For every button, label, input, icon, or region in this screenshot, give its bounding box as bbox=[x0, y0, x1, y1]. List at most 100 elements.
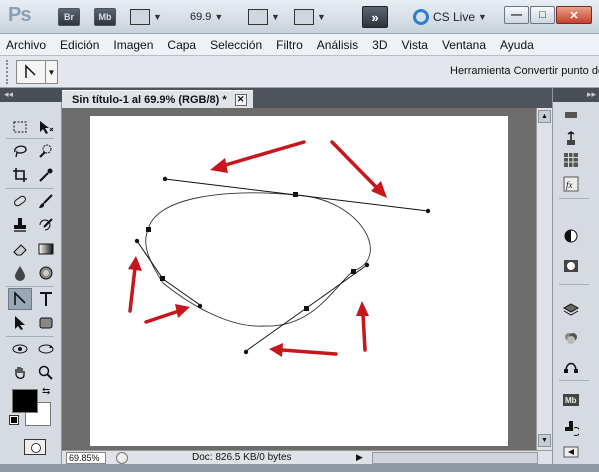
paths-panel-button[interactable] bbox=[561, 356, 581, 376]
zoom-field[interactable]: 69.85% bbox=[66, 452, 106, 464]
anchor-point[interactable] bbox=[146, 227, 151, 232]
default-colors-icon[interactable] bbox=[9, 415, 19, 425]
swatches-panel-button[interactable] bbox=[561, 150, 581, 170]
menu-capa[interactable]: Capa bbox=[167, 38, 196, 52]
convert-point-icon bbox=[14, 291, 26, 305]
brush-tool[interactable] bbox=[34, 190, 58, 212]
menu-ayuda[interactable]: Ayuda bbox=[500, 38, 534, 52]
scroll-down-button[interactable]: ▼ bbox=[538, 434, 551, 447]
blur-tool[interactable] bbox=[8, 262, 32, 284]
svg-text:Mb: Mb bbox=[565, 396, 577, 405]
move-tool[interactable] bbox=[34, 116, 58, 138]
bridge-button[interactable]: Br bbox=[58, 8, 80, 26]
lasso-icon bbox=[14, 145, 27, 158]
3d-rotate-icon bbox=[12, 344, 28, 354]
anchor-point[interactable] bbox=[293, 192, 298, 197]
minimize-button[interactable]: — bbox=[504, 6, 529, 24]
type-tool[interactable] bbox=[34, 288, 58, 310]
hand-tool[interactable] bbox=[8, 362, 32, 384]
direction-point[interactable] bbox=[197, 303, 203, 309]
menu-vista[interactable]: Vista bbox=[402, 38, 428, 52]
convert-point-tool[interactable] bbox=[8, 288, 32, 310]
history-brush-tool[interactable] bbox=[34, 214, 58, 236]
menu-ventana[interactable]: Ventana bbox=[442, 38, 486, 52]
dodge-tool[interactable] bbox=[34, 262, 58, 284]
menu-filtro[interactable]: Filtro bbox=[276, 38, 303, 52]
adjustments-panel-button[interactable] bbox=[561, 226, 581, 246]
tools-panel-header[interactable]: ◂◂ bbox=[0, 88, 62, 102]
adjustments-icon bbox=[564, 229, 578, 243]
direction-point[interactable] bbox=[134, 238, 140, 244]
direction-point[interactable] bbox=[364, 262, 370, 268]
menu-3d[interactable]: 3D bbox=[372, 38, 387, 52]
document-canvas[interactable] bbox=[90, 116, 508, 446]
3d-orbit-tool[interactable] bbox=[34, 338, 58, 360]
tool-preset-picker[interactable]: ▼ bbox=[16, 60, 58, 84]
zoom-tool[interactable] bbox=[34, 362, 58, 384]
rectangular-marquee-tool[interactable] bbox=[8, 116, 32, 138]
quick-selection-tool[interactable] bbox=[34, 140, 58, 162]
panel-collapse-icon bbox=[563, 446, 579, 458]
status-icon[interactable] bbox=[116, 452, 128, 464]
vertical-scrollbar[interactable]: ▲ ▼ bbox=[536, 108, 552, 450]
direction-point[interactable] bbox=[243, 349, 249, 355]
canvas-area[interactable] bbox=[62, 108, 536, 450]
menu-analisis[interactable]: Análisis bbox=[317, 38, 358, 52]
scroll-up-button[interactable]: ▲ bbox=[538, 110, 551, 123]
view-extras-button[interactable]: ▼ bbox=[130, 6, 162, 28]
history-panel-button[interactable] bbox=[561, 106, 581, 126]
lasso-tool[interactable] bbox=[8, 140, 32, 162]
crop-tool[interactable] bbox=[8, 164, 32, 186]
menu-imagen[interactable]: Imagen bbox=[113, 38, 153, 52]
gradient-icon bbox=[38, 243, 54, 255]
close-button[interactable]: ✕ bbox=[556, 6, 592, 24]
collapse-panel-icon: ▸▸ bbox=[586, 89, 596, 99]
menu-archivo[interactable]: Archivo bbox=[6, 38, 46, 52]
cs-live-button[interactable]: CS Live ▼ bbox=[413, 6, 487, 28]
panel-collapse-button[interactable] bbox=[561, 442, 581, 462]
quick-mask-button[interactable] bbox=[24, 439, 46, 455]
direction-point[interactable] bbox=[162, 176, 168, 182]
clone-stamp-tool[interactable] bbox=[8, 214, 32, 236]
swap-colors-icon[interactable]: ⇆ bbox=[42, 386, 50, 397]
styles-panel-button[interactable]: fx bbox=[561, 174, 581, 194]
zoom-level-select[interactable]: 69.9 ▼ bbox=[190, 6, 223, 28]
rectangle-tool[interactable] bbox=[34, 312, 58, 334]
zoom-icon bbox=[38, 365, 53, 380]
arrange-documents-button[interactable]: ▼ bbox=[248, 6, 280, 28]
layers-panel-button[interactable] bbox=[561, 300, 581, 320]
gradient-tool[interactable] bbox=[34, 238, 58, 260]
right-panel-header[interactable]: ▸▸ bbox=[553, 88, 599, 102]
3d-rotate-tool[interactable] bbox=[8, 338, 32, 360]
canvas[interactable] bbox=[62, 108, 536, 450]
clone-source-panel-button[interactable] bbox=[561, 418, 581, 438]
foreground-color-swatch[interactable] bbox=[12, 389, 38, 413]
chevron-down-icon: ▼ bbox=[45, 61, 57, 83]
eyedropper-tool[interactable] bbox=[34, 164, 58, 186]
anchor-point[interactable] bbox=[304, 306, 309, 311]
workspace-switcher-button[interactable]: » bbox=[362, 6, 388, 28]
close-icon[interactable]: ✕ bbox=[234, 93, 247, 106]
anchor-point[interactable] bbox=[351, 269, 356, 274]
options-bar-grip[interactable] bbox=[6, 60, 11, 84]
horizontal-scrollbar[interactable] bbox=[372, 452, 538, 464]
menu-edicion[interactable]: Edición bbox=[60, 38, 99, 52]
anchor-point[interactable] bbox=[160, 276, 165, 281]
maximize-button[interactable]: □ bbox=[530, 6, 555, 24]
status-menu-arrow-icon[interactable]: ▶ bbox=[356, 452, 363, 463]
rectangle-icon bbox=[39, 317, 53, 329]
actions-panel-button[interactable] bbox=[561, 128, 581, 148]
document-tab[interactable]: Sin título-1 al 69.9% (RGB/8) * ✕ bbox=[62, 90, 253, 108]
masks-panel-button[interactable] bbox=[561, 256, 581, 276]
menu-seleccion[interactable]: Selección bbox=[210, 38, 262, 52]
eraser-tool[interactable] bbox=[8, 238, 32, 260]
path-selection-tool[interactable] bbox=[8, 312, 32, 334]
screen-mode-button[interactable]: ▼ bbox=[294, 6, 326, 28]
spot-healing-brush-tool[interactable] bbox=[8, 190, 32, 212]
direction-point[interactable] bbox=[425, 208, 431, 214]
mini-bridge-panel-button[interactable]: Mb bbox=[561, 390, 581, 410]
mini-bridge-button[interactable]: Mb bbox=[94, 8, 116, 26]
chevron-down-icon: ▼ bbox=[478, 12, 487, 22]
brush-icon bbox=[39, 194, 53, 208]
channels-panel-button[interactable] bbox=[561, 328, 581, 348]
